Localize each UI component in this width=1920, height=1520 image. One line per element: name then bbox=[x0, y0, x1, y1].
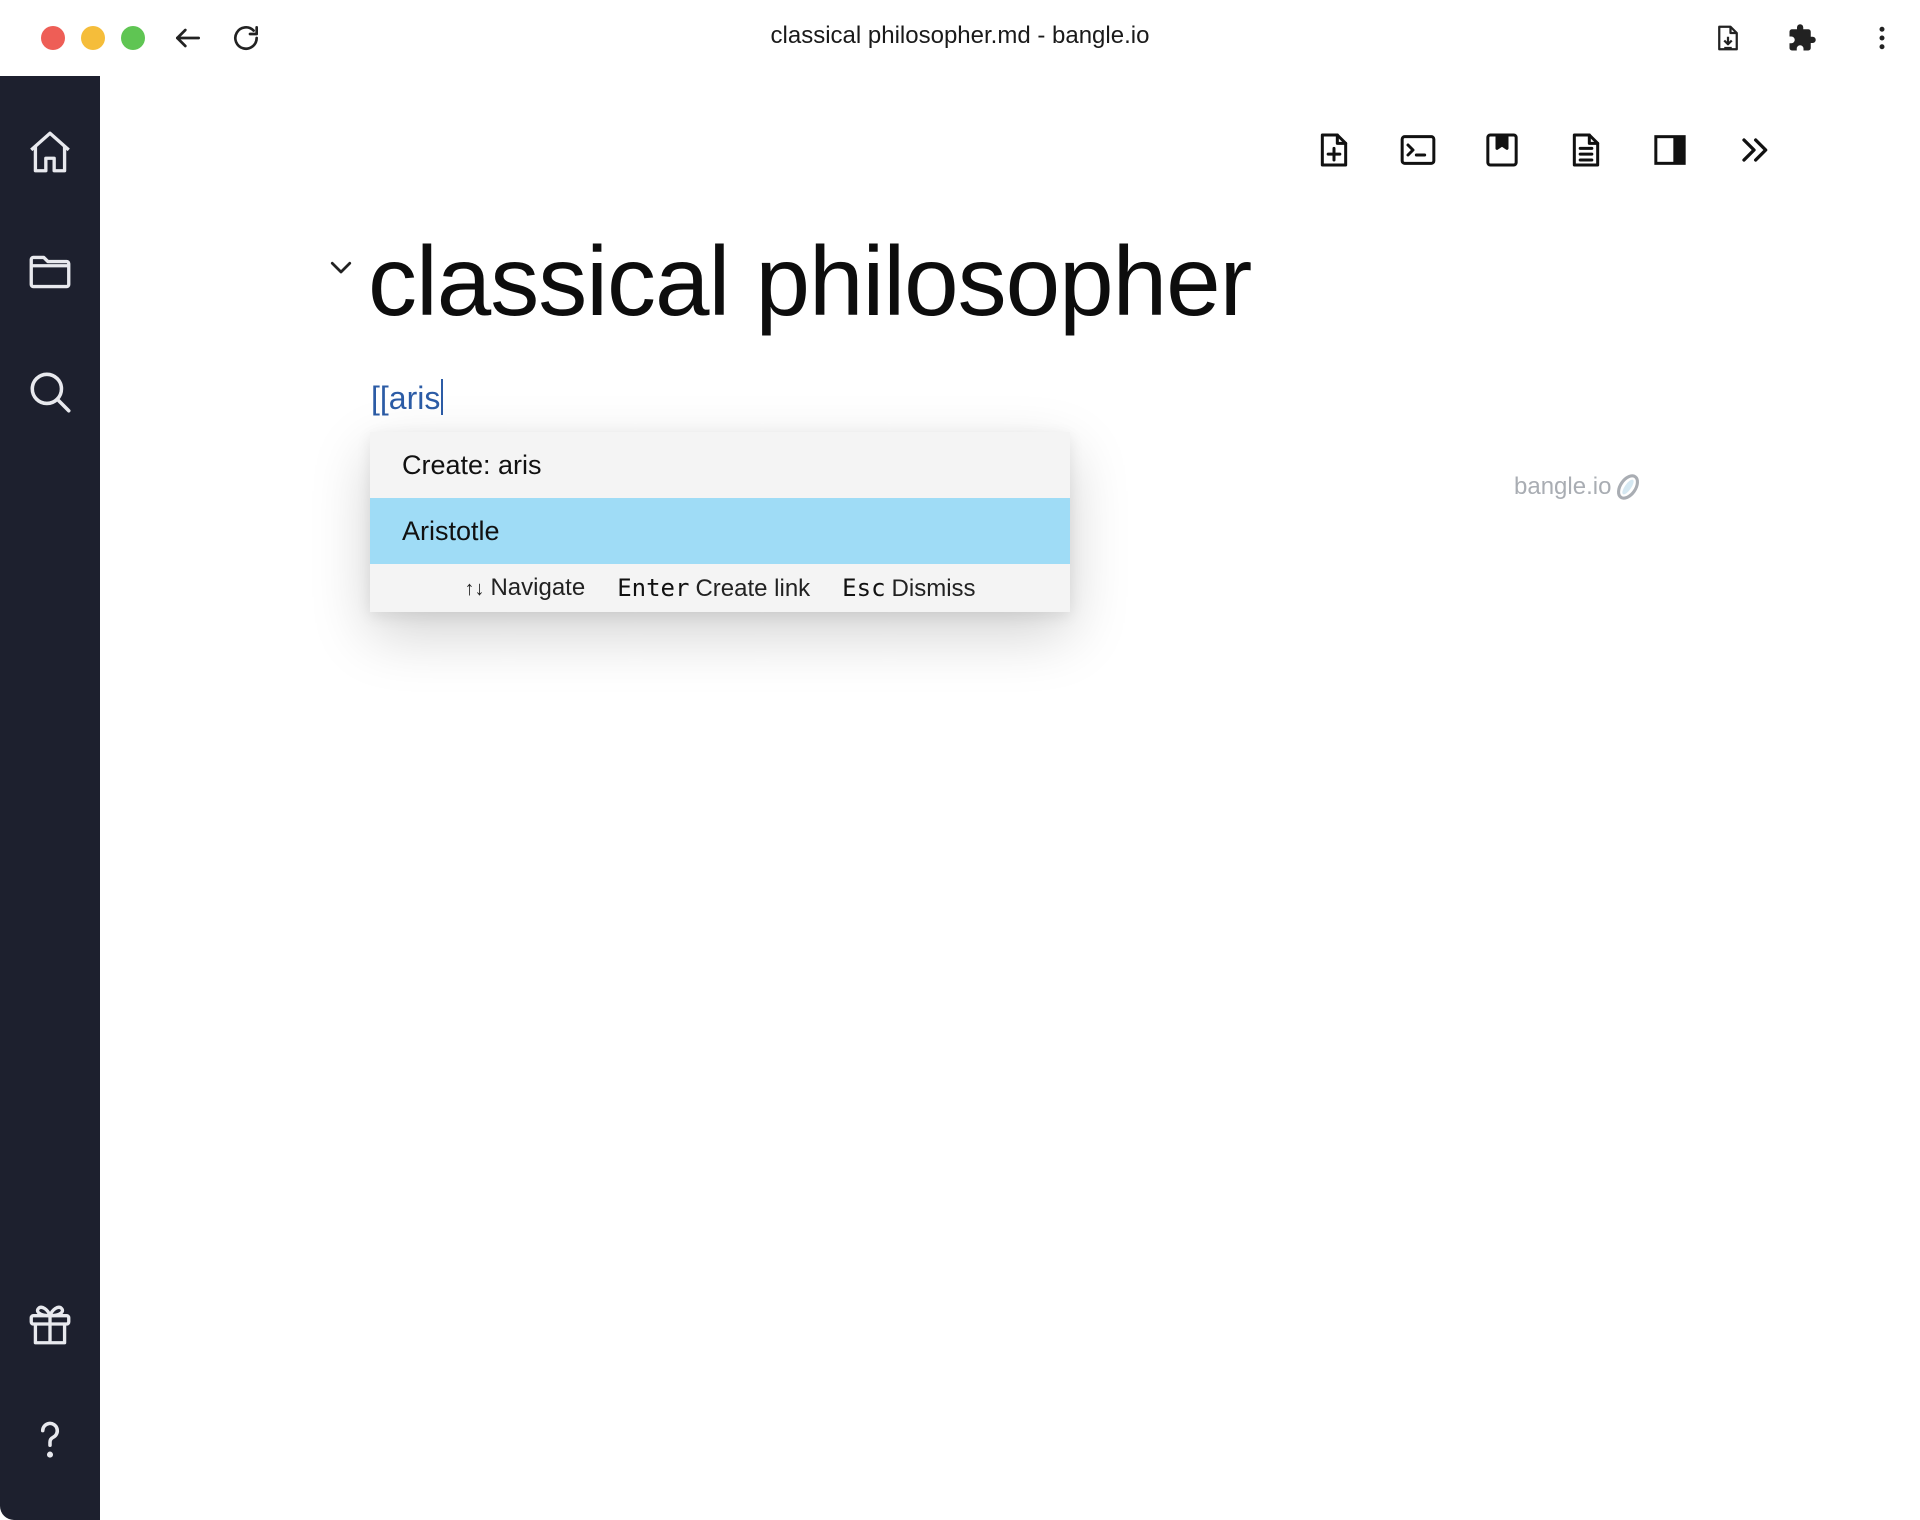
home-icon bbox=[30, 131, 70, 173]
hint-navigate: ↑↓ Navigate bbox=[464, 574, 585, 602]
outline-button[interactable] bbox=[1560, 124, 1612, 176]
folder-icon bbox=[29, 255, 71, 289]
kebab-menu-icon bbox=[1879, 26, 1885, 50]
terminal-icon bbox=[1400, 135, 1436, 165]
autocomplete-item-create[interactable]: Create: aris bbox=[370, 432, 1070, 498]
download-file-button[interactable] bbox=[1708, 18, 1748, 58]
browser-menu-button[interactable] bbox=[1862, 18, 1902, 58]
enter-label: Create link bbox=[695, 574, 811, 602]
command-palette-button[interactable] bbox=[1392, 124, 1444, 176]
sidebar-item-home[interactable] bbox=[22, 124, 78, 180]
autocomplete-item-label: Aristotle bbox=[402, 515, 500, 546]
hint-escape: Esc Dismiss bbox=[842, 574, 975, 603]
sidebar-item-help[interactable] bbox=[22, 1412, 78, 1468]
sidebar-item-search[interactable] bbox=[22, 364, 78, 420]
new-note-button[interactable] bbox=[1308, 124, 1360, 176]
autocomplete-hints: ↑↓ Navigate Enter Create link Esc Dismiss bbox=[370, 564, 1070, 612]
bangle-watermark: bangle.io bbox=[1514, 472, 1643, 502]
esc-key: Esc bbox=[842, 573, 886, 602]
sidebar-item-whats-new[interactable] bbox=[22, 1296, 78, 1352]
navigate-label: Navigate bbox=[490, 574, 586, 601]
hint-enter: Enter Create link bbox=[617, 574, 810, 603]
sidebar-item-files[interactable] bbox=[22, 244, 78, 300]
file-download-icon bbox=[1718, 25, 1738, 51]
bookmark-note-icon bbox=[1486, 133, 1518, 167]
more-options-button[interactable] bbox=[1728, 124, 1780, 176]
wiki-link-autocomplete: Create: aris Aristotle ↑↓ Navigate Enter C… bbox=[370, 432, 1070, 612]
gift-icon bbox=[29, 1305, 71, 1345]
puzzle-extension-icon bbox=[1789, 24, 1816, 51]
search-icon bbox=[30, 372, 71, 413]
navigate-key: ↑↓ bbox=[464, 578, 485, 600]
activity-sidebar bbox=[0, 76, 100, 1520]
window-title: classical philosopher.md - bangle.io bbox=[770, 22, 1150, 49]
autocomplete-item-aristotle[interactable]: Aristotle bbox=[370, 498, 1070, 564]
enter-key: Enter bbox=[617, 573, 690, 602]
note-heading[interactable]: classical philosopher bbox=[368, 222, 1252, 340]
heading-collapse-chevron-icon[interactable] bbox=[326, 252, 356, 282]
app-window: classical philosopher.md - bangle.io cla… bbox=[0, 0, 1920, 1520]
text-caret bbox=[441, 379, 444, 415]
watermark-text: bangle.io bbox=[1514, 473, 1612, 500]
chevron-double-right-icon bbox=[1742, 138, 1768, 162]
bangle-logo-icon bbox=[1617, 474, 1640, 500]
file-plus-icon bbox=[1320, 133, 1348, 167]
esc-label: Dismiss bbox=[891, 574, 976, 602]
split-screen-button[interactable] bbox=[1644, 124, 1696, 176]
extensions-button[interactable] bbox=[1782, 18, 1822, 58]
question-icon bbox=[40, 1421, 60, 1458]
editor-typed-link[interactable]: [[aris bbox=[371, 379, 444, 417]
title-bar: classical philosopher.md - bangle.io bbox=[0, 0, 1920, 76]
typed-text: [[aris bbox=[371, 380, 441, 416]
sidebar-right-icon bbox=[1654, 135, 1686, 165]
notes-palette-button[interactable] bbox=[1476, 124, 1528, 176]
autocomplete-item-label: Create: aris bbox=[402, 449, 542, 480]
document-lines-icon bbox=[1572, 133, 1600, 167]
